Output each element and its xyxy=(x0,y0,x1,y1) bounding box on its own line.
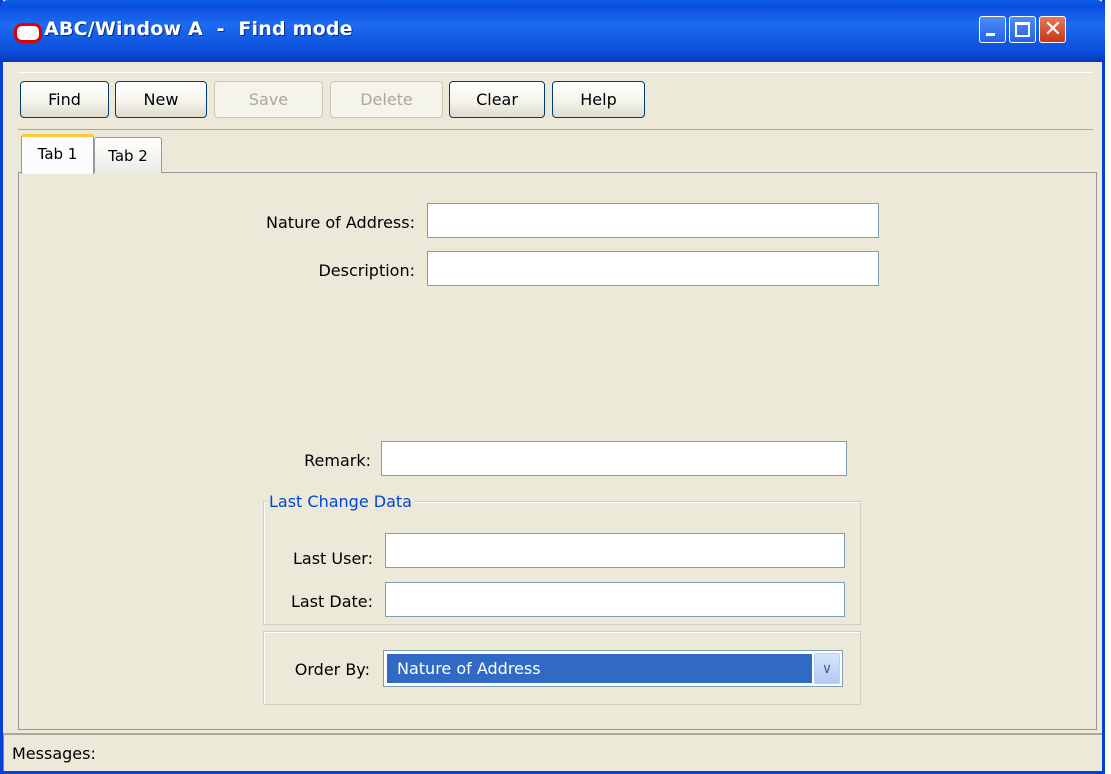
description-field[interactable] xyxy=(427,251,879,286)
description-label: Description: xyxy=(318,261,415,280)
order-by-label: Order By: xyxy=(294,660,370,679)
minimize-button[interactable] xyxy=(979,16,1006,43)
remark-label: Remark: xyxy=(304,451,371,470)
last-date-label: Last Date: xyxy=(290,592,373,611)
minimize-icon xyxy=(986,33,995,36)
clear-button[interactable]: Clear xyxy=(449,81,545,118)
new-button[interactable]: New xyxy=(115,81,207,118)
title-bar[interactable]: ABC/Window A - Find mode ✕ xyxy=(0,0,1105,62)
oracle-logo-icon xyxy=(14,23,42,43)
close-button[interactable]: ✕ xyxy=(1039,16,1066,43)
last-date-field[interactable] xyxy=(385,582,845,617)
chevron-down-icon[interactable]: ∨ xyxy=(814,653,840,684)
maximize-button[interactable] xyxy=(1009,16,1036,43)
delete-button[interactable]: Delete xyxy=(330,81,443,118)
nature-of-address-label: Nature of Address: xyxy=(266,213,415,232)
maximize-icon xyxy=(1015,22,1030,37)
order-by-selected-value: Nature of Address xyxy=(387,654,812,683)
order-by-select[interactable]: Nature of Address ∨ xyxy=(383,650,843,687)
help-button[interactable]: Help xyxy=(552,81,645,118)
tab-2[interactable]: Tab 2 xyxy=(94,137,162,173)
last-user-label: Last User: xyxy=(293,549,373,568)
toolbar: Find New Save Delete Clear Help xyxy=(18,72,1093,130)
tab-1[interactable]: Tab 1 xyxy=(21,134,94,174)
save-button[interactable]: Save xyxy=(214,81,323,118)
app-window: ABC/Window A - Find mode ✕ Find New Save… xyxy=(0,0,1105,774)
nature-of-address-field[interactable] xyxy=(427,203,879,238)
remark-field[interactable] xyxy=(381,441,847,476)
find-button[interactable]: Find xyxy=(20,81,109,118)
messages-label: Messages: xyxy=(12,744,96,763)
close-icon: ✕ xyxy=(1043,17,1063,42)
status-bar: Messages: xyxy=(3,733,1102,771)
last-user-field[interactable] xyxy=(385,533,845,568)
last-change-legend: Last Change Data xyxy=(267,492,414,511)
window-title: ABC/Window A - Find mode xyxy=(44,18,353,40)
